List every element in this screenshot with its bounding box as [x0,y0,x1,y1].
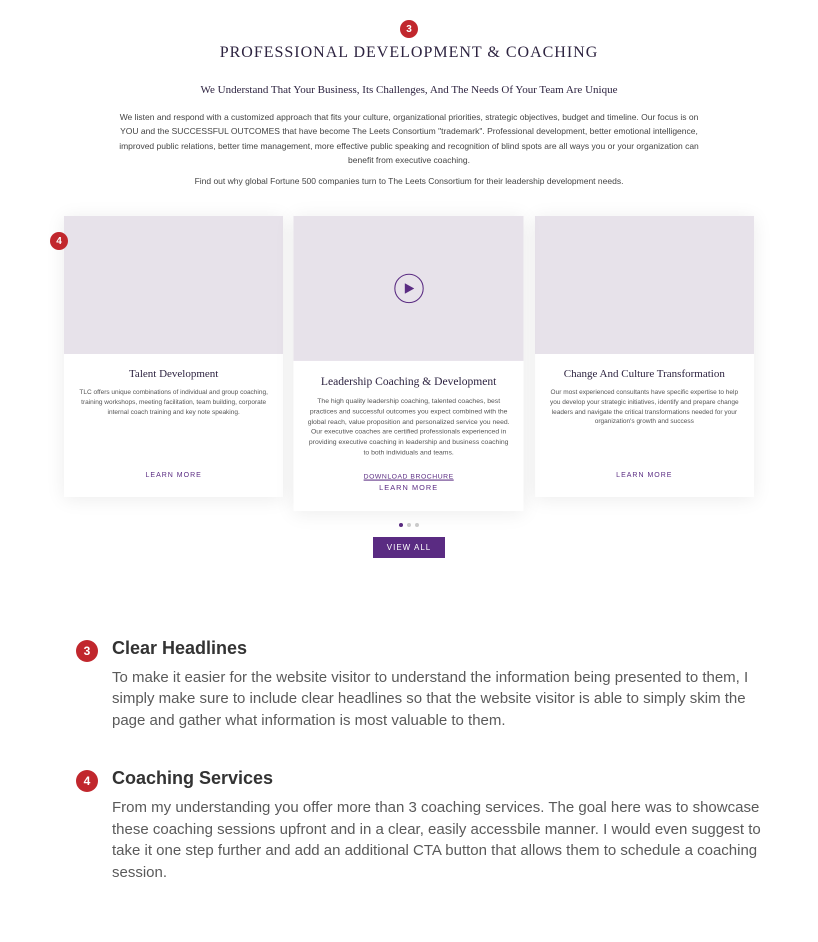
annotation-body: From my understanding you offer more tha… [112,797,768,884]
annotation-title: Coaching Services [112,768,768,789]
card-title: Leadership Coaching & Development [306,376,511,389]
learn-more-link[interactable]: LEARN MORE [76,472,271,479]
annotation-badge-3-top: 3 [400,20,418,38]
card-image-placeholder [294,216,524,361]
card-change-culture[interactable]: Change And Culture Transformation Our mo… [535,216,754,497]
card-description: Our most experienced consultants have sp… [547,388,742,458]
play-icon [404,283,415,294]
card-title: Change And Culture Transformation [547,368,742,380]
card-description: TLC offers unique combinations of indivi… [76,388,271,458]
section-paragraph-1: We listen and respond with a customized … [119,110,699,168]
card-image-placeholder [535,216,754,354]
annotation-title: Clear Headlines [112,638,768,659]
card-leadership-coaching[interactable]: Leadership Coaching & Development The hi… [294,216,524,511]
card-description: The high quality leadership coaching, ta… [306,397,511,458]
annotation-3: 3 Clear Headlines To make it easier for … [76,638,768,732]
carousel-dot-2[interactable] [407,523,411,527]
annotation-badge-4-left: 4 [50,232,68,250]
learn-more-link[interactable]: LEARN MORE [547,472,742,479]
card-talent-development[interactable]: Talent Development TLC offers unique com… [64,216,283,497]
mockup-section: 3 PROFESSIONAL DEVELOPMENT & COACHING We… [0,0,818,588]
carousel-dot-3[interactable] [415,523,419,527]
annotation-number-badge: 3 [76,640,98,662]
carousel-dots [46,523,772,527]
learn-more-link[interactable]: LEARN MORE [306,484,511,491]
section-subtitle: We Understand That Your Business, Its Ch… [46,84,772,96]
section-paragraph-2: Find out why global Fortune 500 companie… [119,174,699,188]
annotation-number-badge: 4 [76,770,98,792]
view-all-button[interactable]: VIEW ALL [373,537,445,558]
download-brochure-link[interactable]: DOWNLOAD BROCHURE [306,473,511,480]
carousel-dot-1[interactable] [399,523,403,527]
annotations-section: 3 Clear Headlines To make it easier for … [0,628,818,884]
play-button[interactable] [394,274,423,303]
annotation-4: 4 Coaching Services From my understandin… [76,768,768,884]
card-title: Talent Development [76,368,271,380]
card-image-placeholder [64,216,283,354]
section-title: PROFESSIONAL DEVELOPMENT & COACHING [46,44,772,62]
cards-row: Talent Development TLC offers unique com… [46,216,772,497]
annotation-body: To make it easier for the website visito… [112,667,768,732]
